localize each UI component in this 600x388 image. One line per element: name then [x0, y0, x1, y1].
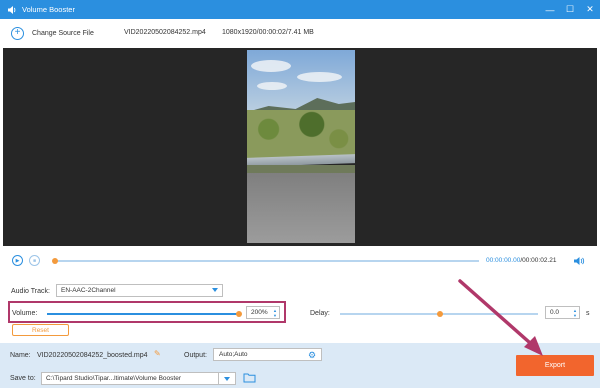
output-value: Auto;Auto: [219, 351, 248, 358]
gear-icon[interactable]: ⚙: [308, 350, 318, 360]
video-frame: [247, 50, 355, 243]
volume-highlight-box: [8, 301, 286, 323]
timeline-knob[interactable]: [52, 258, 58, 264]
plus-icon: +: [11, 26, 24, 40]
export-button[interactable]: Export: [516, 355, 594, 376]
delay-label: Delay:: [310, 310, 330, 317]
minimize-button[interactable]: —: [540, 0, 560, 19]
bottom-bar: Name: VID20220502084252_boosted.mp4 ✎ Ou…: [0, 343, 600, 388]
chevron-down-icon: [212, 288, 218, 292]
speaker-app-icon: [6, 4, 18, 16]
volume-slider[interactable]: [47, 313, 239, 315]
stop-icon[interactable]: ■: [29, 255, 40, 266]
audio-track-dropdown[interactable]: EN-AAC-2Channel: [56, 284, 223, 297]
playback-bar: ▶ ■ 00:00:00.00/00:00:02.21: [0, 250, 600, 272]
timeline-track[interactable]: [52, 258, 479, 264]
volume-value: 200%: [251, 309, 268, 316]
delay-slider-knob[interactable]: [437, 311, 443, 317]
audio-track-label: Audio Track:: [11, 288, 50, 295]
window-title: Volume Booster: [22, 5, 75, 14]
play-icon[interactable]: ▶: [12, 255, 23, 266]
output-label: Output:: [184, 352, 207, 359]
volume-label: Volume:: [12, 310, 38, 317]
audio-track-value: EN-AAC-2Channel: [61, 287, 116, 294]
output-settings-field[interactable]: Auto;Auto ⚙: [213, 348, 322, 361]
duration: /00:00:02.21: [520, 257, 557, 264]
save-to-dropdown[interactable]: C:\Tipard Studio\Tipar...ltimate\Volume …: [41, 372, 236, 385]
source-file-meta: 1080x1920/00:00:02/7.41 MB: [222, 29, 314, 36]
speaker-icon[interactable]: [573, 255, 585, 267]
video-preview-area: [3, 48, 597, 246]
save-to-label: Save to:: [10, 375, 36, 382]
file-info-bar: + Change Source File VID20220502084252.m…: [0, 19, 600, 47]
pencil-icon[interactable]: ✎: [154, 349, 164, 359]
name-label: Name:: [10, 352, 31, 359]
change-source-label: Change Source File: [32, 29, 94, 37]
stepper-arrows-icon[interactable]: ▲ ▼: [273, 308, 277, 318]
folder-icon[interactable]: [243, 372, 256, 383]
save-to-path: C:\Tipard Studio\Tipar...ltimate\Volume …: [46, 375, 181, 382]
close-button[interactable]: ✕: [580, 0, 600, 19]
title-bar: Volume Booster — ☐ ✕: [0, 0, 600, 19]
time-readout: 00:00:00.00/00:00:02.21: [486, 257, 557, 264]
delay-unit: s: [586, 310, 590, 317]
source-file-name: VID20220502084252.mp4: [124, 29, 206, 36]
volume-stepper[interactable]: 200% ▲ ▼: [246, 306, 280, 319]
chevron-down-icon: [224, 377, 230, 381]
delay-stepper[interactable]: 0.0 ▲ ▼: [545, 306, 580, 319]
volume-slider-knob[interactable]: [236, 311, 242, 317]
change-source-file-button[interactable]: + Change Source File: [11, 26, 94, 40]
current-time: 00:00:00.00: [486, 257, 521, 264]
delay-value: 0.0: [550, 309, 560, 316]
stepper-arrows-icon[interactable]: ▲ ▼: [573, 308, 577, 318]
maximize-button[interactable]: ☐: [560, 0, 580, 19]
output-name-value: VID20220502084252_boosted.mp4: [37, 352, 148, 359]
reset-button[interactable]: Reset: [12, 324, 69, 336]
